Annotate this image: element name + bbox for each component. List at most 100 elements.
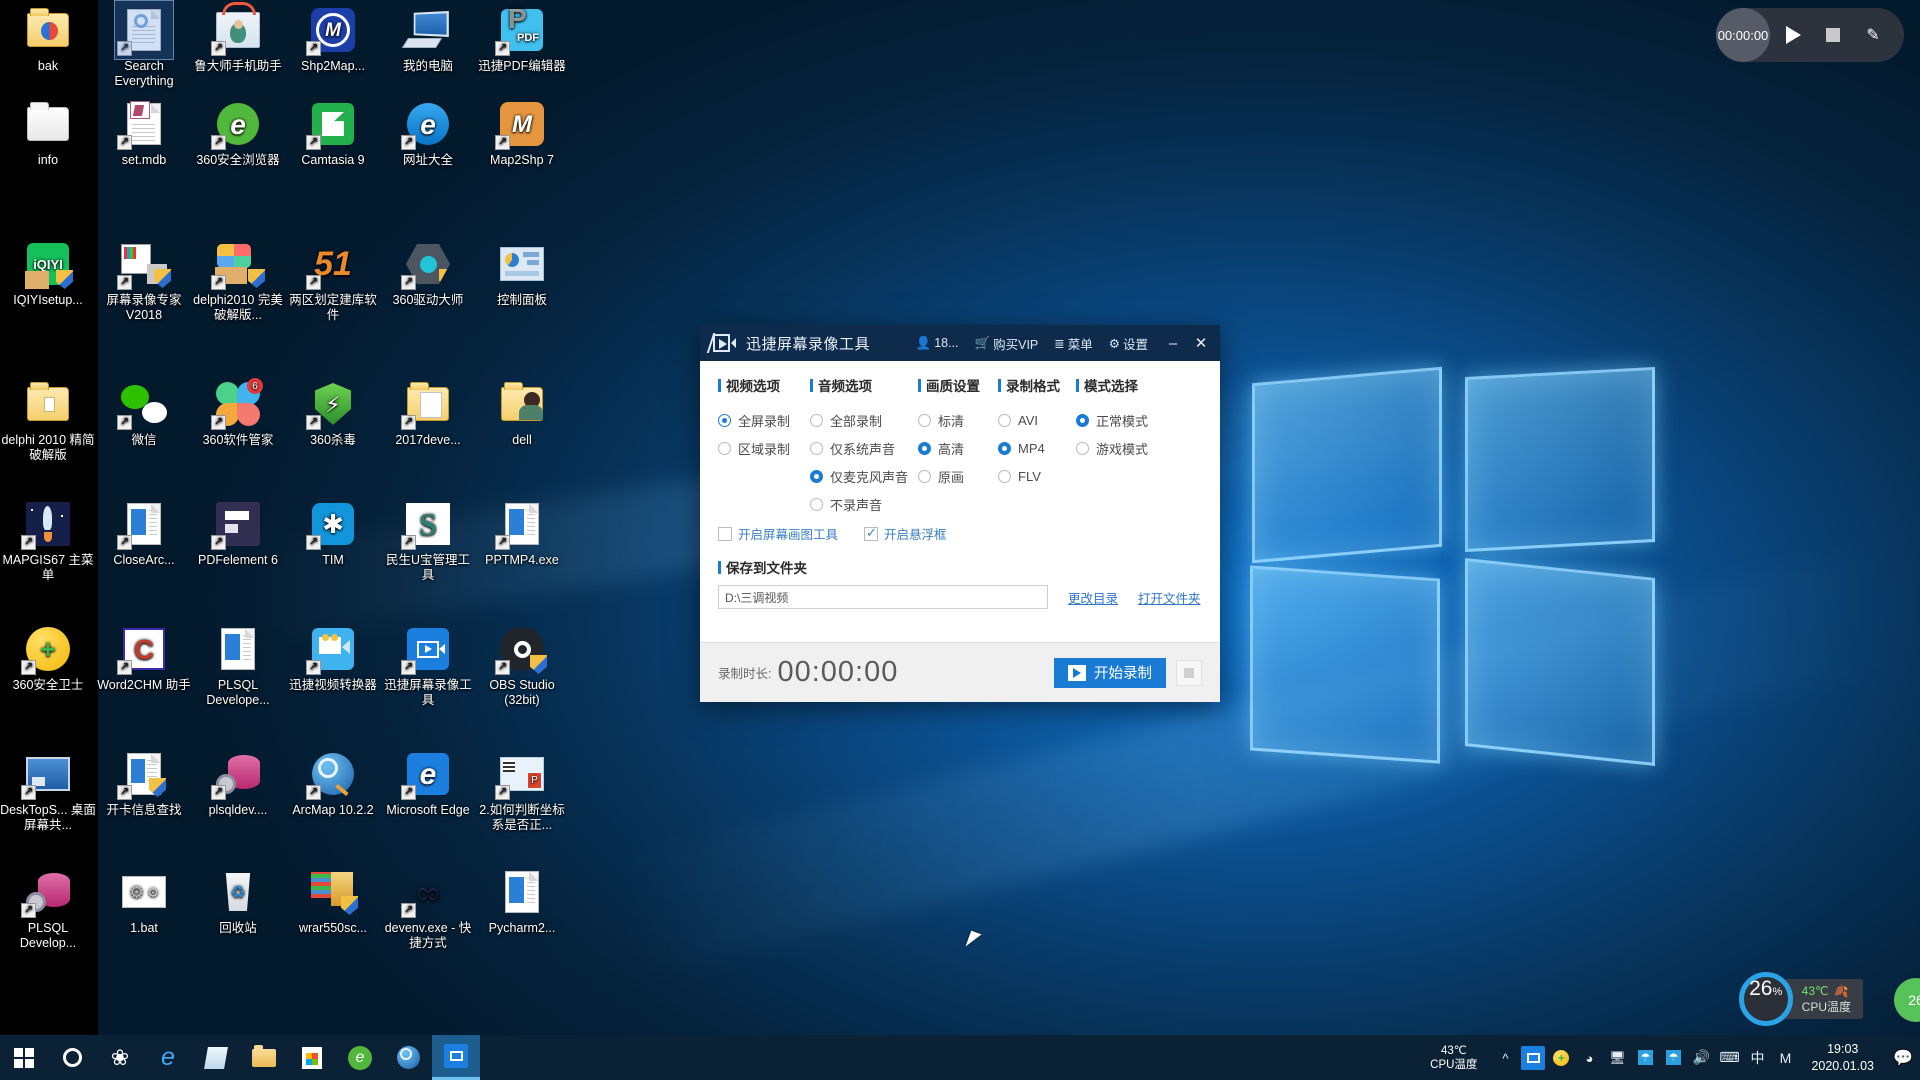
recorder-taskbar-button[interactable]: [432, 1035, 480, 1080]
desktop-icon-1-3[interactable]: iQIYI IQIYIsetup...: [0, 240, 96, 308]
desktop-icon-1-4[interactable]: delphi 2010 精简破解版: [0, 380, 96, 463]
play-button[interactable]: [1776, 18, 1810, 52]
desktop-icon-1-8[interactable]: PLSQL Develop...: [0, 868, 96, 951]
desktop-icon-6-5[interactable]: PPTMP4.exe: [474, 500, 570, 568]
desktop-icon-2-5[interactable]: CloseArc...: [96, 500, 192, 568]
desktop-icon-2-7[interactable]: 开卡信息查找: [96, 750, 192, 818]
desktop-icon-4-6[interactable]: 迅捷视频转换器: [285, 625, 381, 693]
desktop-icon-6-2[interactable]: M Map2Shp 7: [474, 100, 570, 168]
system-tray[interactable]: 43℃ CPU温度 ^ + ◕ 🖥 ☂ ☂ 🔊 ⌨ 中 M 19:03 2020.01.03 💬: [1416, 1035, 1920, 1080]
open-folder-link[interactable]: 打开文件夹: [1138, 588, 1201, 607]
radio-option[interactable]: 区域录制: [718, 434, 810, 462]
desktop-icon-1-5[interactable]: MAPGIS67 主菜单: [0, 500, 96, 583]
desktop-icon-5-3[interactable]: 360驱动大师: [380, 240, 476, 308]
desktop-icon-grid[interactable]: bak Search Everything 鲁大师手机助手 M Shp2Map... 我的…: [0, 0, 580, 1010]
arcmap-taskbar-button[interactable]: [384, 1035, 432, 1080]
save-path-input[interactable]: [718, 585, 1048, 609]
recorder-tray-icon[interactable]: [1519, 1035, 1547, 1080]
desktop-icon-6-6[interactable]: OBS Studio (32bit): [474, 625, 570, 708]
desktop-background[interactable]: bak Search Everything 鲁大师手机助手 M Shp2Map... 我的…: [0, 0, 1920, 1080]
desktop-icon-2-4[interactable]: 微信: [96, 380, 192, 448]
cpu-monitor-widget[interactable]: 26 % 43℃ 🍂 CPU温度: [1738, 972, 1863, 1026]
annotate-button[interactable]: ✎: [1856, 18, 1890, 52]
desktop-icon-1-7[interactable]: DeskTopS... 桌面屏幕共...: [0, 750, 96, 833]
start-recording-button[interactable]: 开始录制: [1054, 657, 1166, 688]
radio-option[interactable]: 全部录制: [810, 406, 918, 434]
desktop-icon-1-2[interactable]: info: [0, 100, 96, 168]
minimize-button[interactable]: –: [1162, 331, 1184, 355]
radio-option[interactable]: FLV: [998, 462, 1076, 490]
desktop-icon-2-1[interactable]: Search Everything: [96, 0, 192, 89]
desktop-icon-4-8[interactable]: wrar550sc...: [285, 868, 381, 936]
desktop-icon-4-5[interactable]: ✱ TIM: [285, 500, 381, 568]
ime-mode-icon[interactable]: 中: [1743, 1035, 1771, 1080]
radio-option[interactable]: 高清: [918, 434, 998, 462]
desktop-icon-3-3[interactable]: delphi2010 完美破解版...: [190, 240, 286, 323]
desktop-icon-1-6[interactable]: +360安全卫士: [0, 625, 96, 693]
desktop-icon-3-6[interactable]: PLSQL Develope...: [190, 625, 286, 708]
taskview-button[interactable]: ❀: [96, 1035, 144, 1080]
volume-tray-icon[interactable]: 🔊: [1687, 1035, 1715, 1080]
tray-icon-list[interactable]: ^ + ◕ 🖥 ☂ ☂ 🔊 ⌨ 中 M: [1491, 1035, 1799, 1080]
taskbar-clock[interactable]: 19:03 2020.01.03: [1799, 1041, 1886, 1075]
desktop-icon-3-7[interactable]: plsqldev....: [190, 750, 286, 818]
show-hidden-icons-button[interactable]: ^: [1491, 1035, 1519, 1080]
radio-option[interactable]: 仅麦克风声音: [810, 462, 918, 490]
desktop-icon-3-5[interactable]: PDFelement 6: [190, 500, 286, 568]
menu-button[interactable]: ≣ 菜单: [1054, 334, 1093, 353]
radio-option[interactable]: 原画: [918, 462, 998, 490]
radio-option[interactable]: 全屏录制: [718, 406, 810, 434]
desktop-icon-6-1[interactable]: PPDF 迅捷PDF编辑器: [474, 5, 570, 74]
desktop-icon-4-3[interactable]: 51 两区划定建库软件: [285, 240, 381, 323]
radio-option[interactable]: 仅系统声音: [810, 434, 918, 462]
desktop-icon-1-1[interactable]: bak: [0, 6, 96, 74]
desktop-icon-2-6[interactable]: C Word2CHM 助手: [96, 625, 192, 693]
start-button[interactable]: [0, 1035, 48, 1080]
taskbar-items[interactable]: ❀ e e: [0, 1035, 480, 1080]
settings-button[interactable]: ⚙ 设置: [1109, 334, 1148, 353]
radio-option[interactable]: 不录声音: [810, 490, 918, 518]
desktop-icon-3-8[interactable]: ♻ 回收站: [190, 868, 286, 936]
desktop-icon-2-3[interactable]: 屏幕录像专家 V2018: [96, 240, 192, 323]
desktop-icon-5-7[interactable]: e Microsoft Edge: [380, 750, 476, 818]
radio-option[interactable]: 标清: [918, 406, 998, 434]
desktop-icon-6-7[interactable]: P 2.如何判断坐标系是否正...: [474, 750, 570, 833]
buy-vip-button[interactable]: 🛒 购买VIP: [975, 334, 1039, 353]
desktop-icon-5-4[interactable]: 2017deve...: [380, 380, 476, 448]
file-explorer-button[interactable]: [240, 1035, 288, 1080]
screen-recorder-window[interactable]: 迅捷屏幕录像工具 👤 18... 🛒 购买VIP ≣ 菜单 ⚙ 设置 – ✕ 视…: [700, 325, 1220, 702]
edge-taskbar-button[interactable]: e: [144, 1035, 192, 1080]
desktop-icon-3-2[interactable]: e 360安全浏览器: [190, 100, 286, 168]
360-browser-taskbar-button[interactable]: e: [336, 1035, 384, 1080]
radio-option[interactable]: AVI: [998, 406, 1076, 434]
stop-button[interactable]: [1816, 18, 1850, 52]
network-tray-icon[interactable]: ◕: [1575, 1035, 1603, 1080]
desktop-icon-4-7[interactable]: ArcMap 10.2.2: [285, 750, 381, 818]
desktop-icon-5-2[interactable]: e 网址大全: [380, 100, 476, 168]
microsoft-store-button[interactable]: [288, 1035, 336, 1080]
360-safe-tray-icon[interactable]: +: [1547, 1035, 1575, 1080]
desktop-icon-5-5[interactable]: S 民生U宝管理工具: [380, 500, 476, 583]
desktop-icon-3-1[interactable]: 鲁大师手机助手: [190, 2, 286, 74]
change-directory-link[interactable]: 更改目录: [1068, 588, 1118, 607]
desktop-icon-3-4[interactable]: 6 360软件管家: [190, 378, 286, 448]
window-titlebar[interactable]: 迅捷屏幕录像工具 👤 18... 🛒 购买VIP ≣ 菜单 ⚙ 设置 – ✕: [700, 325, 1220, 361]
desktop-icon-4-2[interactable]: Camtasia 9: [285, 100, 381, 168]
floating-recorder-toolbar[interactable]: 00:00:00 ✎: [1716, 8, 1904, 62]
desktop-icon-5-6[interactable]: 迅捷屏幕录像工具: [380, 625, 476, 708]
ime-logo-icon[interactable]: M: [1771, 1035, 1799, 1080]
desktop-icon-2-8[interactable]: ⚙ ⚙ 1.bat: [96, 868, 192, 936]
checkbox-option[interactable]: 开启悬浮框: [864, 524, 947, 543]
desktop-icon-6-3[interactable]: 控制面板: [474, 240, 570, 308]
desktop-icon-6-4[interactable]: dell: [474, 380, 570, 448]
windows-taskbar[interactable]: ❀ e e 43℃ CPU温度 ^ + ◕ 🖥 ☂ ☂ 🔊 ⌨ 中 M 19:03 2020.01.0…: [0, 1035, 1920, 1080]
checkbox-option[interactable]: 开启屏幕画图工具: [718, 524, 838, 543]
close-button[interactable]: ✕: [1190, 331, 1212, 355]
desktop-icon-5-1[interactable]: 我的电脑: [380, 6, 476, 74]
cortana-button[interactable]: [48, 1035, 96, 1080]
bluetooth-tray-icon[interactable]: ☂: [1631, 1035, 1659, 1080]
bluetooth2-tray-icon[interactable]: ☂: [1659, 1035, 1687, 1080]
account-button[interactable]: 👤 18...: [916, 336, 959, 351]
action-center-button[interactable]: 💬: [1886, 1035, 1920, 1080]
store-legacy-button[interactable]: [192, 1035, 240, 1080]
